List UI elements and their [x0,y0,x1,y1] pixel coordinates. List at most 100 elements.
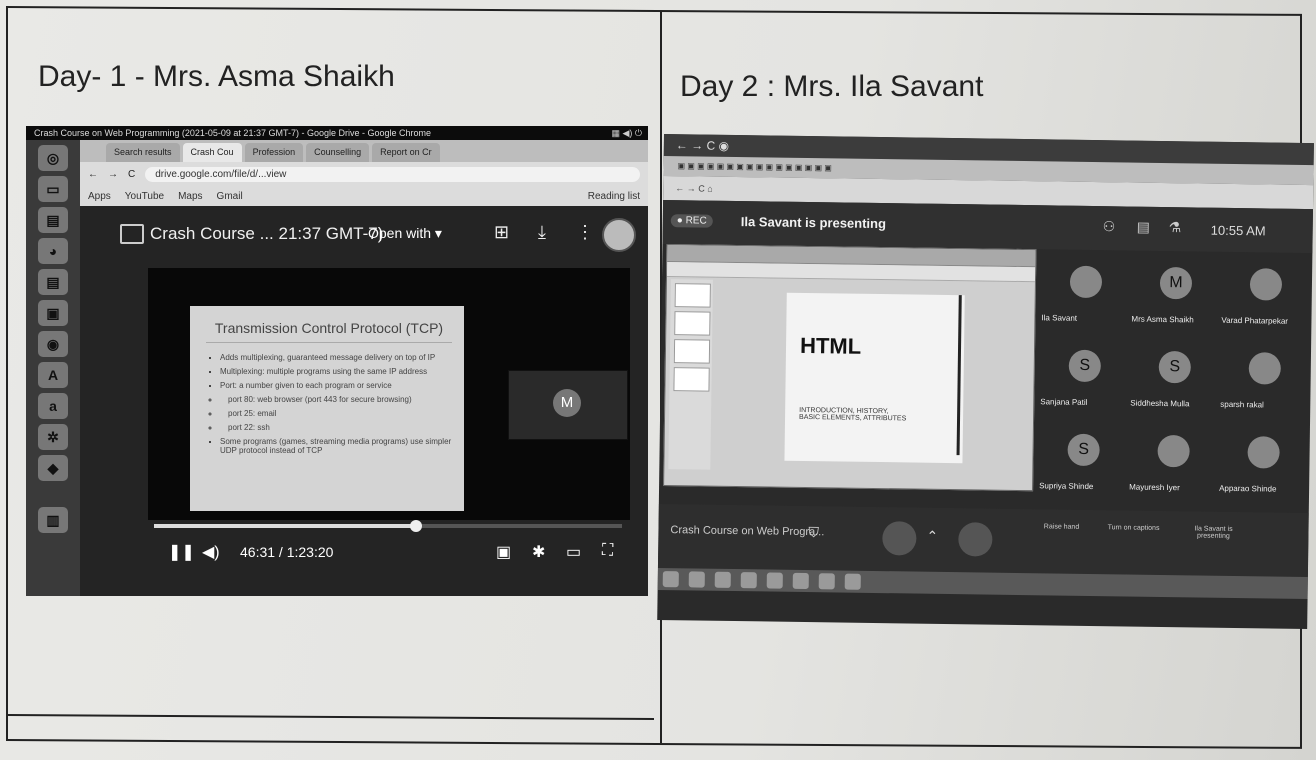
tab-4[interactable]: Counselling [306,143,370,162]
tab-3[interactable]: Profession [244,143,304,162]
slide-bullet: Port: a number given to each program or … [220,381,452,390]
app-icon[interactable] [740,572,757,589]
bottom-rule [8,714,654,720]
impress-icon[interactable]: ▣ [38,300,68,326]
miniplayer-icon[interactable]: ▭ [566,542,581,562]
start-icon[interactable] [662,571,679,588]
slide-thumbnail[interactable] [673,339,711,364]
fullscreen-icon[interactable]: ⛶ [602,542,613,560]
people-icon[interactable]: ⚇ [1103,218,1116,235]
mic-button[interactable] [882,521,917,556]
bookmarks-bar: Apps YouTube Maps Gmail Reading list [80,186,648,206]
slide-thumbnail[interactable] [674,311,711,336]
current-slide: HTML INTRODUCTION, HISTORY, BASIC ELEMEN… [784,292,965,464]
participant-avatar: S [1158,350,1192,384]
tab-5[interactable]: Report on Cr [372,143,440,162]
settings-icon[interactable]: ✲ [38,424,68,450]
raise-hand-button[interactable]: Raise hand [1027,523,1097,531]
participant-name: Sanjana Patil [1040,397,1088,407]
app-icon[interactable] [844,573,861,590]
participant-tile[interactable]: sparsh rakal [1218,344,1309,429]
participant-name: Mayuresh Iyer [1129,482,1180,493]
address-bar[interactable]: drive.google.com/file/d/...view [145,166,640,182]
bookmark-youtube[interactable]: YouTube [125,191,164,202]
writer-icon[interactable]: ▤ [38,269,68,295]
participant-avatar [1247,436,1280,469]
document-icon[interactable]: ▤ [38,207,68,233]
slide-title: Transmission Control Protocol (TCP) [206,320,452,343]
participant-tile[interactable]: M Mrs Asma Shaikh [1129,259,1220,344]
participant-tile[interactable]: Apparao Shinde [1217,428,1308,513]
ubuntu-launcher: ◎ ▭ ▤ ◕ ▤ ▣ ◉ A a ✲ ◆ ▥ [26,140,80,596]
amazon-icon[interactable]: a [38,393,68,419]
slide-heading: HTML [799,332,862,359]
bookmark-gmail[interactable]: Gmail [217,191,243,202]
firefox-icon[interactable]: ◕ [38,238,68,264]
pip-avatar: M [553,389,581,417]
trash-icon[interactable]: ▥ [38,507,68,533]
window-title: Crash Course on Web Programming (2021-05… [34,128,432,138]
camera-button[interactable] [958,522,993,557]
meeting-title: Crash Course on Web Progra... [670,524,825,539]
account-avatar[interactable] [602,218,636,252]
participant-name: Supriya Shinde [1039,481,1094,492]
software-center-icon[interactable]: A [38,362,68,388]
participant-name: Varad Phatarpekar [1221,315,1289,326]
download-icon[interactable]: ⤓ [538,222,546,243]
tab-1[interactable]: Search results [106,143,180,162]
captions-icon[interactable]: ▣ [496,542,511,562]
viewer-header: Crash Course ... 21:37 GMT-7) Open with … [80,206,648,260]
slide-thumbnail[interactable] [674,283,711,308]
participant-tile[interactable]: S Sanjana Patil [1038,341,1129,426]
reading-list[interactable]: Reading list [588,191,640,202]
chat-icon[interactable]: ▤ [1137,219,1150,236]
participant-avatar: S [1067,433,1100,467]
slide-bullet: Some programs (games, streaming media pr… [220,437,452,455]
files-icon[interactable]: ▭ [38,176,68,202]
captions-button[interactable]: Turn on captions [1098,524,1168,532]
bookmark-maps[interactable]: Maps [178,191,202,202]
box-icon[interactable]: ◆ [38,455,68,481]
tab-2[interactable]: Crash Cou [182,143,242,162]
chrome-icon[interactable]: ◉ [38,331,68,357]
dash-icon[interactable]: ◎ [38,145,68,171]
participant-name: sparsh rakal [1220,399,1264,410]
participant-name: Mrs Asma Shaikh [1131,314,1194,325]
viewer-title: Crash Course ... 21:37 GMT-7) [150,224,384,243]
day1-screenshot: Crash Course on Web Programming (2021-05… [26,126,648,596]
participant-tile[interactable]: S Supriya Shinde [1037,425,1128,510]
participant-grid: Ila Savant M Mrs Asma Shaikh Varad Phatar… [1037,257,1312,513]
progress-bar[interactable] [154,520,622,532]
slide-subtitle: INTRODUCTION, HISTORY, BASIC ELEMENTS, A… [799,406,907,423]
settings-gear-icon[interactable]: ✱ [532,542,545,562]
participant-avatar [1069,265,1103,299]
participant-tile[interactable]: Mayuresh Iyer [1127,427,1218,512]
add-to-drive-icon[interactable]: ⊞ [494,222,509,243]
player-controls: ❚❚ ◀) 46:31 / 1:23:20 ▣ ✱ ▭ ⛶ [168,538,628,568]
participant-tile[interactable]: Varad Phatarpekar [1219,260,1310,345]
back-icon[interactable]: ← [88,169,98,180]
edge-icon[interactable] [688,571,705,588]
reload-icon[interactable]: C [128,169,135,180]
activities-icon[interactable]: ⚗ [1169,219,1182,236]
present-now-button[interactable]: Ila Savant is presenting [1178,525,1248,540]
system-tray-icons: ▦ ◀) ⏻ [611,128,642,138]
chrome-icon[interactable] [766,572,783,589]
more-icon[interactable]: ⌃ [926,528,938,545]
app-icon[interactable] [818,573,835,590]
explorer-icon[interactable] [714,571,731,588]
pause-icon[interactable]: ❚❚ [168,542,195,562]
app-icon[interactable] [792,572,809,590]
shield-icon[interactable]: ⛉ [808,524,819,541]
open-with-button[interactable]: Open with ▾ [368,225,442,242]
participant-tile[interactable]: Ila Savant [1039,257,1130,342]
volume-icon[interactable]: ◀) [202,542,220,562]
slide-thumbnail[interactable] [673,367,710,392]
forward-icon[interactable]: → [108,169,118,180]
day2-screenshot: ← → C ◉ ▣ ▣ ▣ ▣ ▣ ▣ ▣ ▣ ▣ ▣ ▣ ▣ ▣ ▣ ▣ ▣ … [657,134,1314,630]
progress-handle[interactable] [410,520,423,532]
bookmark-apps[interactable]: Apps [88,191,111,202]
drive-video-viewer: Crash Course ... 21:37 GMT-7) Open with … [80,206,648,596]
participant-tile[interactable]: S Siddhesha Mulla [1128,343,1219,428]
more-options-icon[interactable]: ⋮ [576,222,594,243]
